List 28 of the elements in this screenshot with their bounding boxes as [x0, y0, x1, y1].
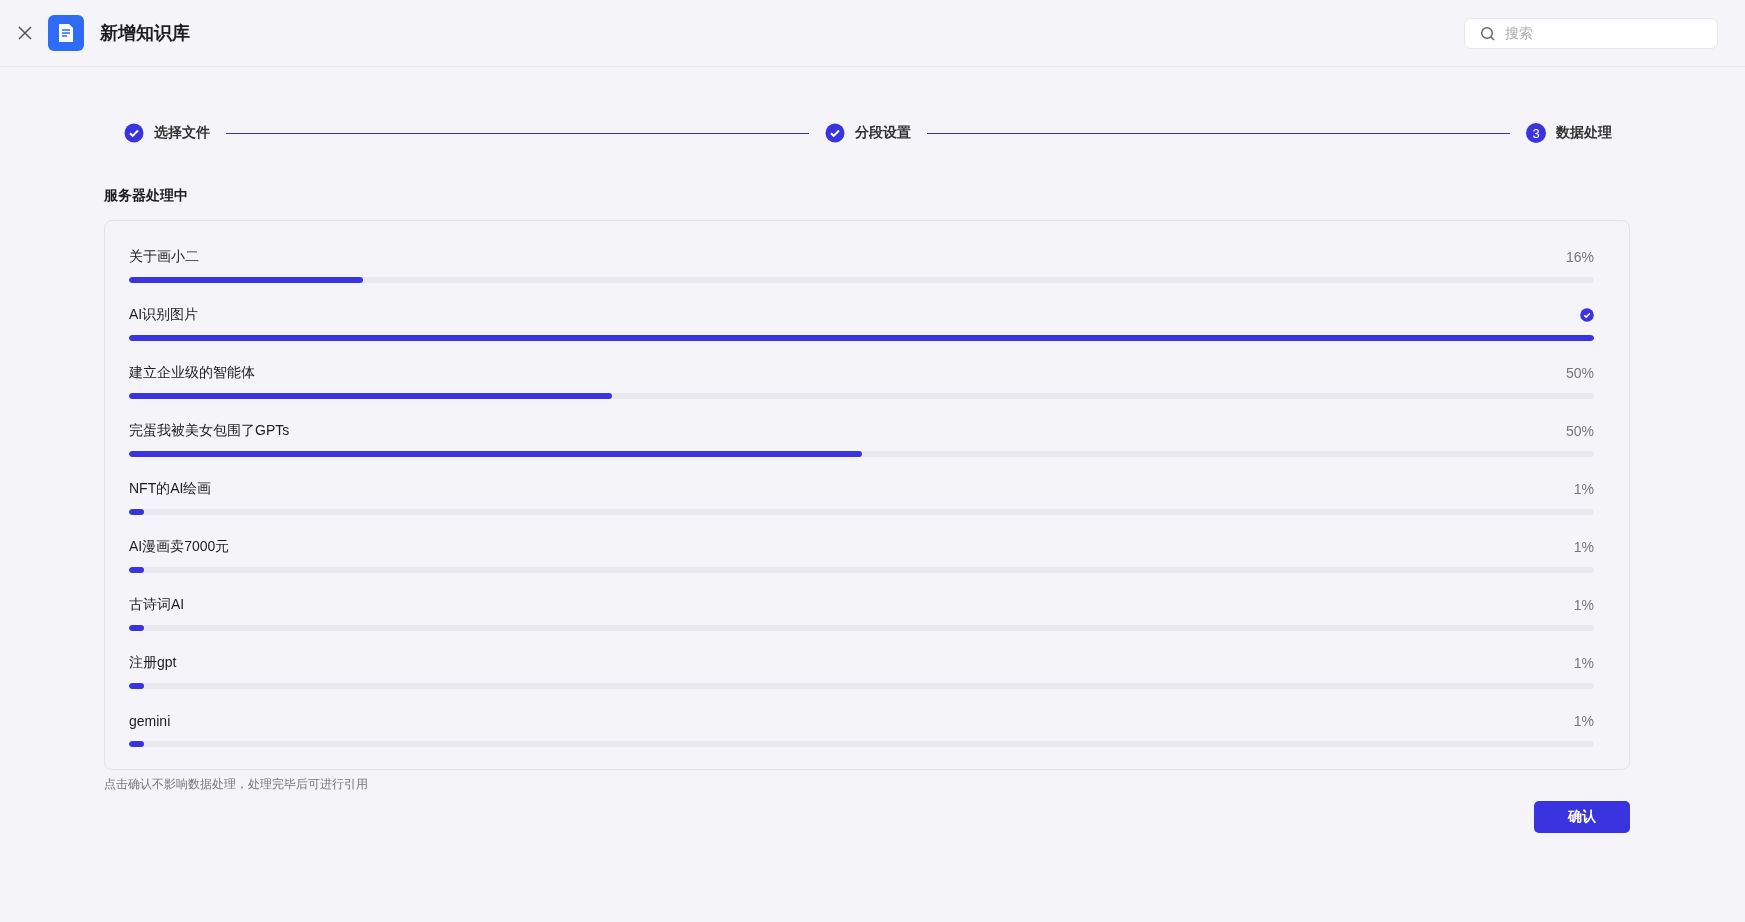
- file-name: 关于画小二: [129, 248, 199, 266]
- file-name: 完蛋我被美女包围了GPTs: [129, 422, 290, 440]
- search-icon: [1480, 25, 1496, 42]
- search-field[interactable]: 搜索: [1464, 17, 1718, 49]
- step-number: 3: [1526, 123, 1546, 143]
- file-name: 注册gpt: [129, 654, 177, 672]
- file-name: AI识别图片: [129, 306, 199, 324]
- confirm-button[interactable]: 确认: [1534, 801, 1630, 833]
- file-name: 古诗词AI: [129, 596, 185, 614]
- progress-percent: 1%: [1573, 713, 1594, 729]
- file-name: NFT的AI绘画: [129, 480, 212, 498]
- hint-text: 点击确认不影响数据处理，处理完毕后可进行引用: [104, 776, 369, 793]
- file-name: AI漫画卖7000元: [129, 538, 230, 556]
- progress-percent: 50%: [1565, 365, 1594, 381]
- progress-percent: 1%: [1573, 481, 1594, 497]
- progress-percent: 50%: [1565, 423, 1594, 439]
- step-label: 选择文件: [154, 124, 210, 142]
- page-title: 新增知识库: [100, 22, 190, 45]
- progress-percent: 1%: [1573, 597, 1594, 613]
- document-icon: [48, 15, 84, 51]
- file-name: 建立企业级的智能体: [129, 364, 255, 382]
- progress-percent: 1%: [1573, 655, 1594, 671]
- progress-percent: 1%: [1573, 539, 1594, 555]
- step-label: 数据处理: [1556, 124, 1612, 142]
- section-title: 服务器处理中: [104, 187, 189, 205]
- step-label: 分段设置: [855, 124, 911, 142]
- file-name: gemini: [129, 713, 171, 729]
- progress-percent: 16%: [1565, 249, 1594, 265]
